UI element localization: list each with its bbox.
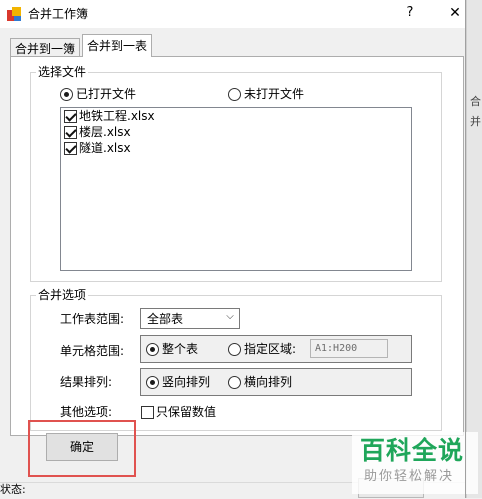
other-options-label: 其他选项: — [60, 405, 113, 419]
radio-unopened-files-label: 未打开文件 — [244, 87, 305, 101]
file-item-label: 地铁工程.xlsx — [79, 109, 155, 123]
file-group-legend: 选择文件 — [36, 65, 89, 79]
range-input[interactable]: A1:H200 — [310, 339, 388, 358]
close-button[interactable]: ✕ — [444, 2, 466, 24]
background-app-strip — [466, 0, 482, 498]
tab-merge-to-sheet[interactable]: 合并到一表 — [82, 34, 153, 57]
radio-opened-files[interactable] — [60, 88, 73, 101]
status-label: 状态: — [0, 483, 26, 496]
radio-specified-range[interactable] — [228, 343, 241, 356]
cell-range-label: 单元格范围: — [60, 344, 125, 358]
sheet-range-label: 工作表范围: — [60, 312, 125, 326]
watermark-title: 百科全说 — [360, 436, 465, 465]
file-checkbox[interactable] — [64, 142, 77, 155]
radio-specified-range-label: 指定区域: — [244, 342, 297, 356]
file-checkbox[interactable] — [64, 126, 77, 139]
file-item-label: 楼层.xlsx — [79, 125, 131, 139]
radio-horizontal[interactable] — [228, 376, 241, 389]
radio-vertical-label: 竖向排列 — [162, 375, 211, 389]
file-checkbox[interactable] — [64, 110, 77, 123]
help-button[interactable]: ? — [398, 2, 422, 24]
chevron-down-icon: ⌵ — [226, 311, 234, 322]
app-icon — [7, 7, 21, 21]
radio-horizontal-label: 横向排列 — [244, 375, 293, 389]
merge-group-legend: 合并选项 — [36, 288, 89, 302]
radio-vertical[interactable] — [146, 376, 159, 389]
watermark-subtitle: 助你轻松解决 — [364, 469, 455, 484]
values-only-label: 只保留数值 — [156, 405, 217, 419]
sheet-range-select[interactable]: 全部表 ⌵ — [140, 308, 240, 329]
radio-whole-sheet-label: 整个表 — [162, 342, 199, 356]
window-title: 合并工作簿 — [28, 7, 89, 21]
background-app-text: 合 并 — [470, 95, 481, 128]
highlight-box — [28, 420, 136, 477]
values-only-checkbox[interactable] — [141, 406, 154, 419]
file-item-label: 隧道.xlsx — [79, 141, 131, 155]
result-order-label: 结果排列: — [60, 375, 113, 389]
sheet-range-value: 全部表 — [147, 312, 184, 326]
radio-unopened-files[interactable] — [228, 88, 241, 101]
radio-whole-sheet[interactable] — [146, 343, 159, 356]
radio-opened-files-label: 已打开文件 — [76, 87, 137, 101]
tab-merge-to-workbook[interactable]: 合并到一簿 — [10, 38, 81, 57]
